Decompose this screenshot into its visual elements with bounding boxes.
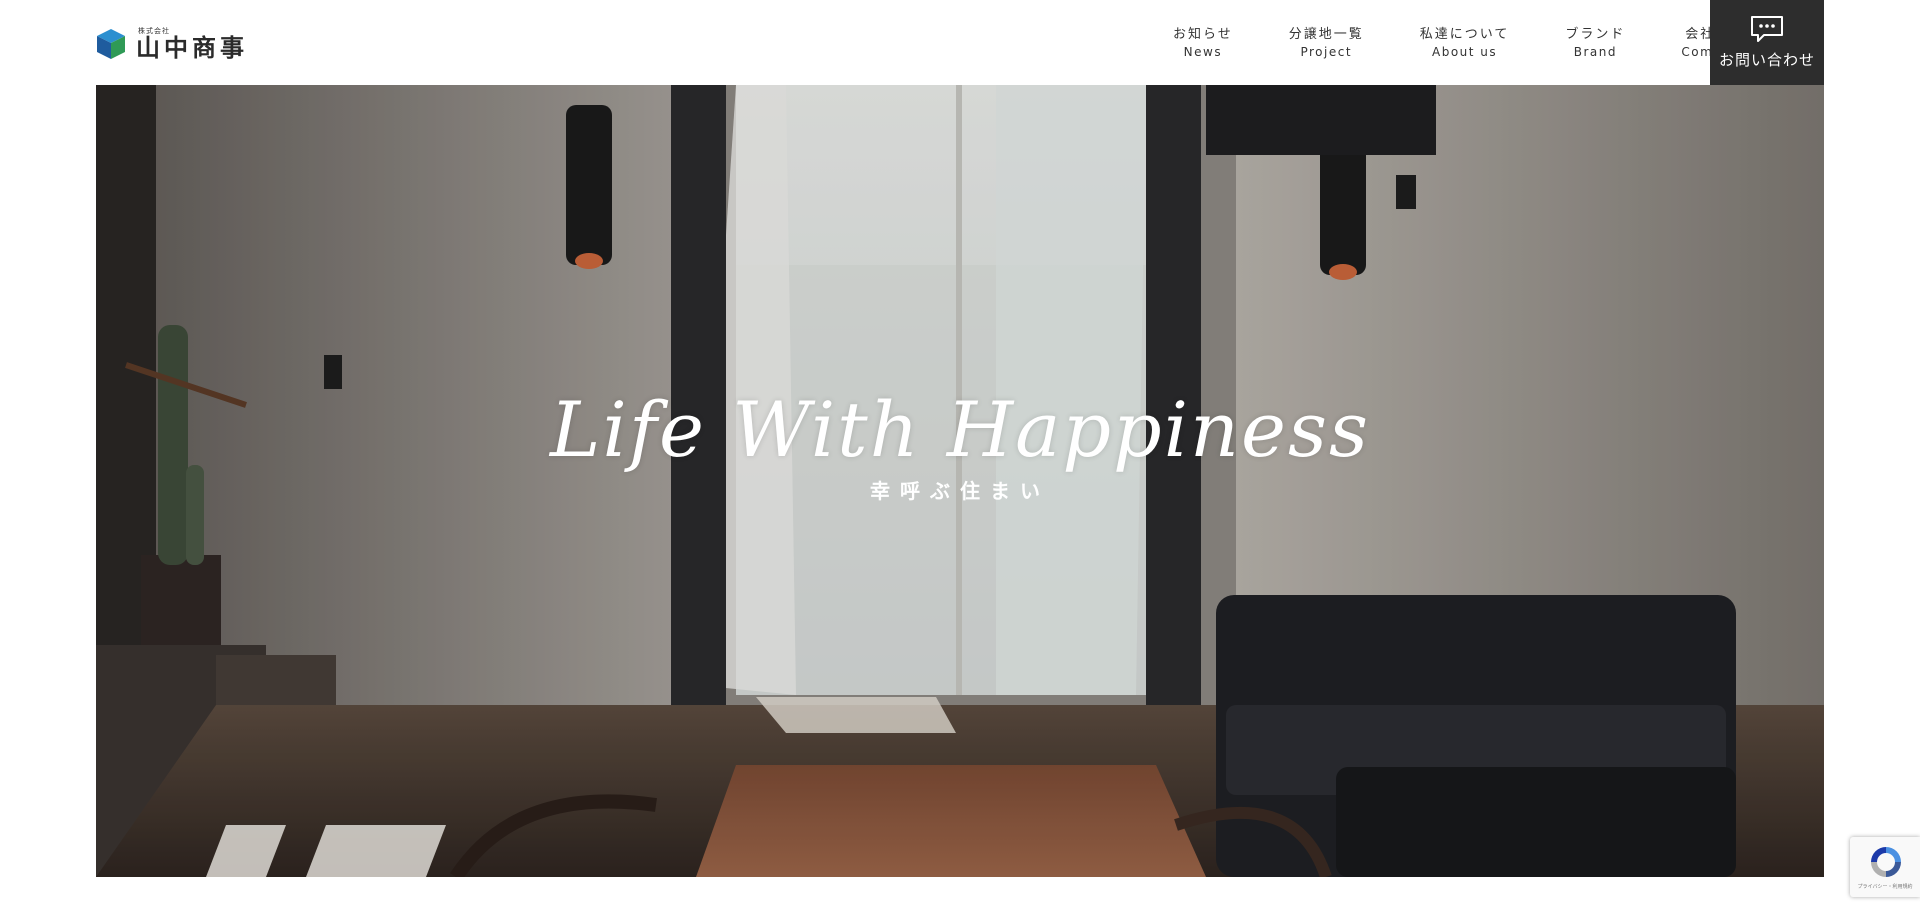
nav-label-en: About us xyxy=(1432,44,1498,59)
hero-subtitle: 幸呼ぶ住まい xyxy=(870,479,1050,503)
nav-item-project[interactable]: 分譲地一覧 Project xyxy=(1261,0,1392,85)
hero-section: Life With Happiness 幸呼ぶ住まい xyxy=(96,85,1824,877)
contact-button[interactable]: お問い合わせ xyxy=(1710,0,1824,85)
chat-bubble-icon xyxy=(1751,16,1783,42)
recaptcha-icon xyxy=(1871,847,1901,877)
recaptcha-badge[interactable]: プライバシー・利用規約 xyxy=(1850,837,1920,897)
hero-title: Life With Happiness xyxy=(550,385,1370,474)
logo-cube-icon xyxy=(97,29,125,59)
site-header: 株式会社 山中商事 お知らせ News 分譲地一覧 Project 私達について… xyxy=(0,0,1920,85)
nav-item-brand[interactable]: ブランド Brand xyxy=(1537,0,1653,85)
nav-label-en: News xyxy=(1183,44,1223,59)
nav-item-news[interactable]: お知らせ News xyxy=(1145,0,1261,85)
nav-label-jp: お知らせ xyxy=(1173,26,1233,42)
nav-label-jp: ブランド xyxy=(1565,26,1626,42)
contact-label: お問い合わせ xyxy=(1718,51,1815,69)
nav-label-en: Project xyxy=(1300,44,1353,59)
nav-item-about[interactable]: 私達について About us xyxy=(1392,0,1538,85)
logo-company-name: 山中商事 xyxy=(136,34,248,62)
nav-label-jp: 分譲地一覧 xyxy=(1288,26,1364,42)
main-nav: お知らせ News 分譲地一覧 Project 私達について About us … xyxy=(1145,0,1777,85)
recaptcha-privacy-text: プライバシー・利用規約 xyxy=(1857,884,1913,890)
nav-label-en: Brand xyxy=(1573,44,1618,59)
nav-label-jp: 私達について xyxy=(1419,26,1510,42)
site-logo[interactable]: 株式会社 山中商事 xyxy=(96,27,248,62)
